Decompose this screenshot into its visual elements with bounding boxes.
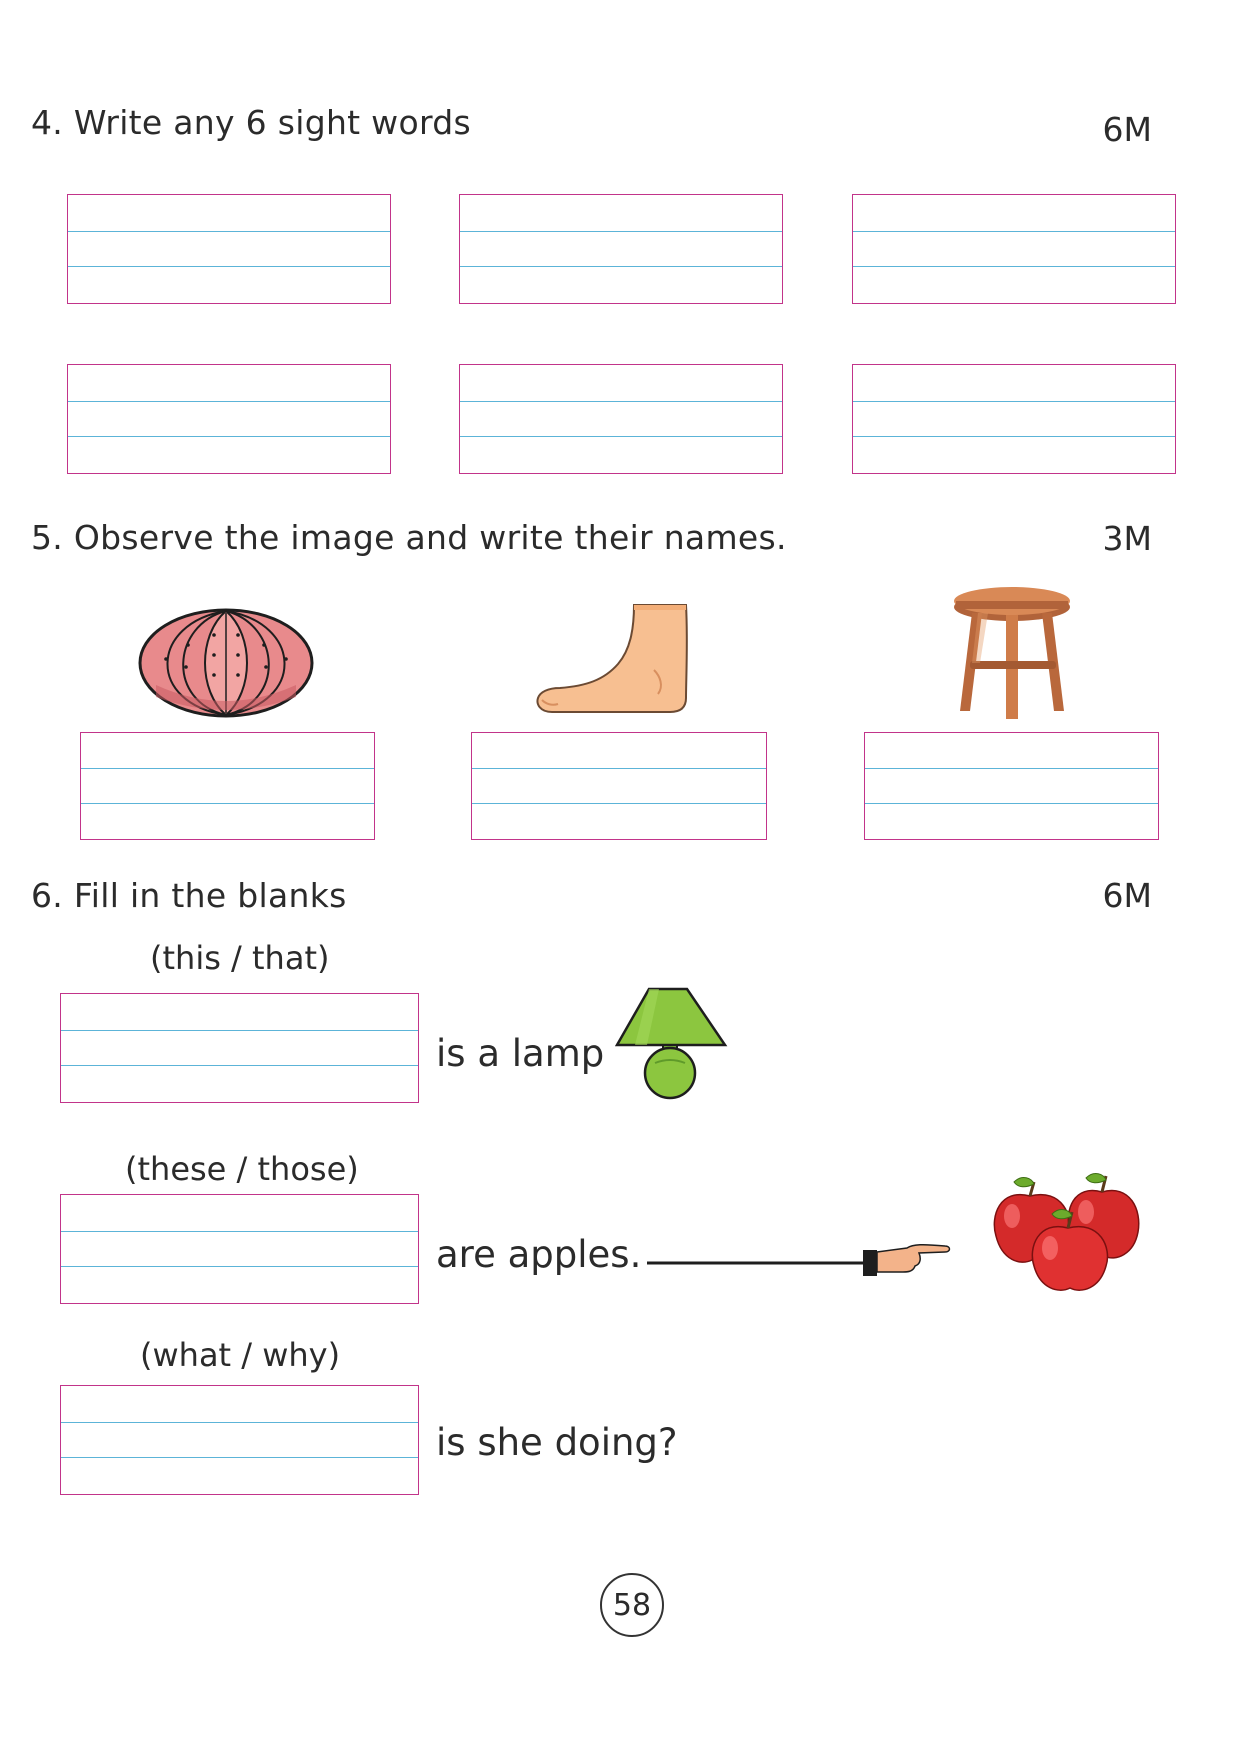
sight-word-box-1[interactable]: [67, 194, 391, 304]
pointing-hand-arrow-icon: [647, 1243, 951, 1276]
sea-urchin-shell-icon: [138, 608, 314, 718]
image-name-box-2[interactable]: [471, 732, 767, 840]
blank-box-2[interactable]: [60, 1194, 419, 1304]
sight-word-box-5[interactable]: [459, 364, 783, 474]
q4-marks: 6M: [1102, 110, 1152, 149]
q5-title: 5. Observe the image and write their nam…: [31, 518, 787, 557]
q6-marks: 6M: [1102, 876, 1152, 915]
q5-marks: 3M: [1102, 519, 1152, 558]
foot-icon: [536, 604, 688, 713]
sight-word-box-2[interactable]: [459, 194, 783, 304]
sentence-apples: are apples.: [436, 1233, 642, 1276]
apples-icon: [993, 1173, 1140, 1291]
image-name-box-1[interactable]: [80, 732, 375, 840]
sentence-doing: is she doing?: [436, 1421, 678, 1464]
sight-word-box-4[interactable]: [67, 364, 391, 474]
blank-box-3[interactable]: [60, 1385, 419, 1495]
sight-word-box-6[interactable]: [852, 364, 1176, 474]
q4-title: 4. Write any 6 sight words: [31, 103, 471, 142]
lamp-icon: [615, 987, 728, 1100]
image-name-box-3[interactable]: [864, 732, 1159, 840]
q6-title: 6. Fill in the blanks: [31, 876, 347, 915]
sight-word-box-3[interactable]: [852, 194, 1176, 304]
sentence-lamp: is a lamp: [436, 1032, 605, 1075]
stool-icon: [954, 587, 1070, 719]
hint-this-that: (this / that): [150, 939, 330, 977]
page-number: 58: [600, 1573, 664, 1637]
blank-box-1[interactable]: [60, 993, 419, 1103]
hint-what-why: (what / why): [140, 1336, 341, 1374]
hint-these-those: (these / those): [125, 1150, 359, 1188]
